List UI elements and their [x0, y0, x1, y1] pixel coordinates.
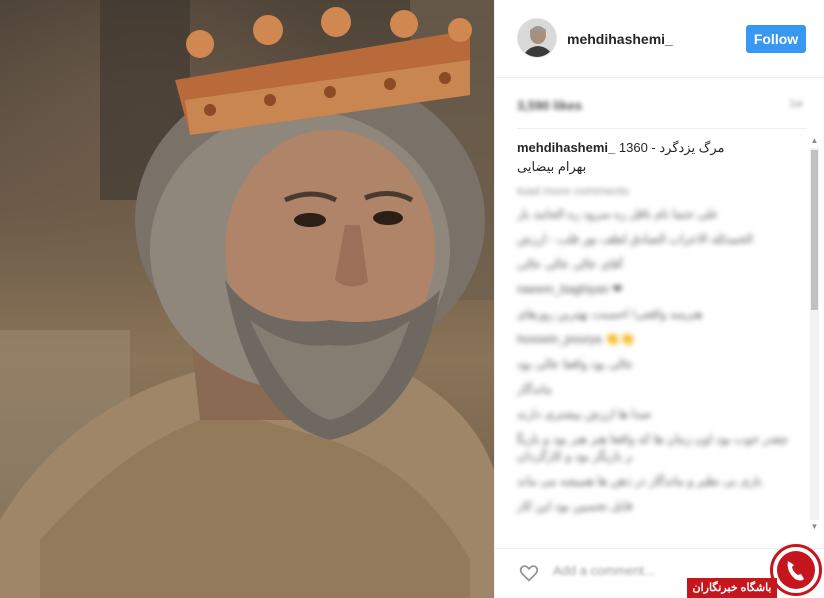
heart-icon[interactable] [519, 563, 539, 583]
caption-text-line1: مرگ یزدگرد - 1360 [618, 140, 725, 155]
likes-count[interactable]: 3,590 likes [517, 98, 582, 113]
comment-item: هنرمند واقعی! احسنت بهترین روزهای [517, 307, 703, 321]
caption-username[interactable]: mehdihashemi_ [517, 140, 615, 155]
load-more-comments-link[interactable]: load more comments [517, 184, 629, 198]
comment-item: علی حتما نام ناقل ره سرود ره الحامد بار [517, 207, 719, 221]
watermark-badge: باشگاه خبرنگاران [687, 578, 777, 598]
comment-item: آقای عالی عالی عالی [517, 257, 623, 271]
comment-item: چقدر خوب بود اون زمان ها که واقعا هنر هن… [517, 432, 789, 463]
comment-item: عالی بود واقعا عالی بود [517, 357, 634, 371]
post-header: mehdihashemi_ Follow [495, 0, 824, 78]
comment-item: صدا ها ارزش بیشتری دارند [517, 407, 652, 421]
add-comment-input[interactable]: Add a comment... [553, 563, 655, 578]
post-details-panel: mehdihashemi_ Follow 3,590 likes 1w mehd… [494, 0, 824, 598]
avatar-image [518, 19, 556, 57]
comment-item: hossein_pourya 👏👏 [517, 332, 635, 346]
watermark-phone-icon [777, 551, 815, 589]
comment-item: naeem_baghiyan ❤ [517, 282, 623, 296]
post-time[interactable]: 1w [789, 98, 803, 110]
avatar[interactable] [517, 18, 557, 58]
follow-button[interactable]: Follow [746, 25, 806, 53]
scroll-thumb[interactable] [811, 150, 818, 310]
post-caption: mehdihashemi_ مرگ یزدگرد - 1360 بهرام بی… [517, 138, 793, 176]
divider [517, 128, 807, 129]
comments-scrollbar[interactable]: ▲ ▼ [807, 130, 821, 534]
username-link[interactable]: mehdihashemi_ [567, 31, 673, 47]
comments-list: علی حتما نام ناقل ره سرود ره الحامد بار … [517, 206, 793, 523]
comment-item: الحمدلله الاعراب الصادق لطف نور قلب - ار… [517, 232, 753, 246]
king-portrait-illustration [0, 0, 494, 598]
caption-text-line2: بهرام بیضایی [517, 159, 587, 174]
comment-item: ماندگار [517, 382, 552, 396]
watermark-logo [770, 544, 822, 596]
comment-item: بازی بی نظیر و ماندگار در ذهن ها همیشه م… [517, 474, 763, 488]
likes-row: 3,590 likes 1w [517, 98, 807, 118]
comment-item: قابل تحسین بود این کار [517, 499, 633, 513]
scroll-down-arrow-icon[interactable]: ▼ [810, 522, 819, 531]
post-photo [0, 0, 494, 598]
scroll-up-arrow-icon[interactable]: ▲ [810, 136, 819, 145]
